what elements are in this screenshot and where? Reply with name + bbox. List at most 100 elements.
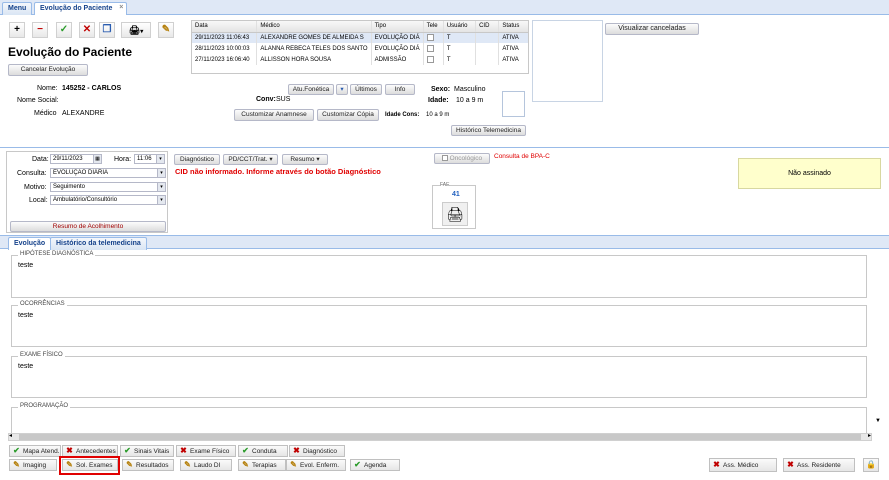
chevron-down-icon: ▾ [140,29,144,35]
edit-button[interactable]: ✎ [158,22,174,38]
tab-historico-telemedicina[interactable]: Histórico da telemedicina [50,237,147,250]
conduta-button[interactable]: ✔ Conduta [238,445,288,457]
confirm-button[interactable]: ✓ [56,22,72,38]
programacao-section[interactable]: PROGRAMAÇÃO [11,403,867,433]
tab-menu[interactable]: Menu [2,2,33,15]
atu-fonetica-button[interactable]: Atu.Fonética [288,84,334,95]
laudo-di-button[interactable]: ✎ Laudo DI [180,459,232,471]
scroll-right-icon[interactable]: ▸ [868,432,871,439]
printer-icon[interactable]: 🖨 [442,202,468,226]
tab-evolucao[interactable]: Evolução [8,237,52,250]
mapa-atend-label: Mapa Atend. [23,448,60,455]
motivo-value: Seguimento [53,184,86,190]
tele-checkbox[interactable] [426,55,434,63]
imaging-button[interactable]: ✎ Imaging [9,459,57,471]
pd-cct-trat-button[interactable]: PD/CCT/Trat. ▾ [223,154,278,165]
table-row[interactable]: 27/11/2023 16:06:40 ALLISSON HORA SOUSA … [192,54,528,65]
horizontal-scrollbar[interactable]: ◂ ▸ [8,433,872,441]
oncologico-label: Oncológico [449,155,483,162]
sol-exames-button[interactable]: ✎ Sol. Exames [62,459,118,471]
tab-close-icon[interactable]: × [119,4,123,11]
oncologico-checkbox[interactable]: Oncológico [434,153,490,164]
tele-checkbox[interactable] [426,34,434,42]
remove-button[interactable]: − [32,22,48,38]
evol-enferm-label: Evol. Enferm. [300,462,340,469]
hora-field[interactable]: 11:06 ▾ [134,154,165,164]
consulta-bpa-link[interactable]: Consulta de BPA-C [494,153,550,160]
mapa-atend-button[interactable]: ✔ Mapa Atend. [9,445,61,457]
evol-enferm-button[interactable]: ✎ Evol. Enferm. [286,459,346,471]
ultimos-button[interactable]: Últimos [350,84,382,95]
ass-residente-button[interactable]: ✖ Ass. Residente [783,458,855,472]
exame-fisico-button[interactable]: ✖ Exame Físico [176,445,236,457]
cancel-evolution-button[interactable]: Cancelar Evolução [8,64,88,76]
resultados-label: Resultados [136,462,169,469]
sexo-value: Masculino [454,86,486,93]
laudo-di-label: Laudo DI [194,462,221,469]
chevron-down-icon[interactable]: ▾ [156,155,164,163]
divider [0,147,889,148]
diagnostico-bottom-button[interactable]: ✖ Diagnóstico [289,445,345,457]
chevron-down-icon[interactable]: ▾ [157,183,165,191]
ocorrencias-section[interactable]: OCORRÊNCIAS teste [11,301,867,347]
scrollbar-thumb[interactable] [19,434,861,440]
cid-warning: CID não informado. Informe através do bo… [175,167,381,176]
col-header-usuario[interactable]: Usuário [443,21,477,33]
motivo-select[interactable]: Seguimento ▾ [50,182,166,192]
pd-cct-trat-label: PD/CCT/Trat. [228,156,268,163]
visualizar-canceladas-button[interactable]: Visualizar canceladas [605,23,699,35]
fae-panel[interactable]: FAE 41 🖨 [432,182,476,229]
customizar-anamnese-button[interactable]: Customizar Anamnese [234,109,314,121]
scroll-left-icon[interactable]: ◂ [9,432,12,439]
resumo-acolhimento-button[interactable]: Resumo de Acolhimento [10,221,166,232]
print-button[interactable]: 🖨▾ [121,22,151,38]
lock-icon[interactable]: 🔒 [863,458,879,472]
chevron-down-icon[interactable]: ▾ [157,169,165,177]
patient-name: 145252 - CARLOS [62,85,122,92]
pencil-icon: ✎ [126,460,133,469]
info-button[interactable]: Info [385,84,415,95]
scroll-down-icon[interactable]: ▼ [874,418,882,428]
ass-medico-button[interactable]: ✖ Ass. Médico [709,458,777,472]
agenda-button[interactable]: ✔ Agenda [350,459,400,471]
col-header-tele[interactable]: Tele [423,21,444,33]
resumo-button[interactable]: Resumo ▾ [282,154,328,165]
tele-checkbox[interactable] [426,44,434,52]
hora-value: 11:06 [137,156,152,162]
historico-telemedicina-button[interactable]: Histórico Telemedicina [451,125,526,136]
diagnostico-button[interactable]: Diagnóstico [174,154,220,165]
exame-fisico-section[interactable]: EXAME FÍSICO teste [11,352,867,398]
add-button[interactable]: + [9,22,25,38]
cell-tipo: EVOLUÇÃO DIÁ [371,32,424,43]
col-header-tipo[interactable]: Tipo [371,21,424,33]
consulta-select[interactable]: EVOLUÇÃO DIÁRIA ▾ [50,168,166,178]
table-row[interactable]: 28/11/2023 10:00:03 ALANNA REBECA TELES … [192,43,528,54]
tab-evolucao-paciente[interactable]: Evolução do Paciente × [34,2,128,15]
resultados-button[interactable]: ✎ Resultados [122,459,174,471]
calendar-icon[interactable]: ▦ [93,155,101,163]
local-select[interactable]: Ambulatório/Consultório ▾ [50,195,166,205]
sinais-vitais-button[interactable]: ✔ Sinais Vitais [120,445,174,457]
table-row[interactable]: 29/11/2023 11:06:43 ALEXANDRE GOMES DE A… [192,32,528,43]
chevron-down-icon[interactable]: ▾ [336,84,348,95]
col-header-status[interactable]: Status [498,21,528,33]
cell-medico: ALLISSON HORA SOUSA [256,54,372,65]
copy-button[interactable]: ❐ [99,22,115,38]
photo-frame [532,20,603,102]
cancel-button[interactable]: ✕ [79,22,95,38]
terapias-button[interactable]: ✎ Terapias [238,459,286,471]
sexo-label: Sexo: [431,86,451,93]
customizar-copia-button[interactable]: Customizar Cópia [317,109,379,121]
col-header-medico[interactable]: Médico [256,21,372,33]
local-value: Ambulatório/Consultório [53,197,118,203]
chevron-down-icon[interactable]: ▾ [157,196,165,204]
col-header-cid[interactable]: CID [475,21,500,33]
data-field[interactable]: 29/11/2023 ▦ [50,154,102,164]
cell-cid [475,54,500,65]
hipotese-diagnostica-section[interactable]: HIPÓTESE DIAGNÓSTICA teste [11,251,867,298]
top-tab-bar: Menu Evolução do Paciente × [0,0,889,15]
check-icon: ✔ [13,446,20,455]
cell-usuario: T [443,32,477,43]
cell-cid [475,32,500,43]
col-header-data[interactable]: Data [192,21,258,33]
